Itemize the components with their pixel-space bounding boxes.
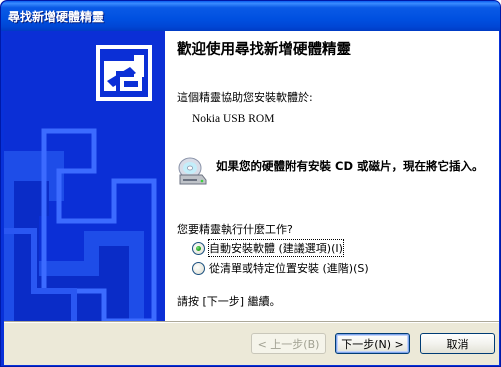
intro-text: 這個精靈協助您安裝軟體於: bbox=[177, 91, 313, 104]
button-separator bbox=[4, 321, 499, 323]
advanced-install-option[interactable]: 從清單或特定位置安裝 (進階)(S) bbox=[192, 260, 369, 276]
hardware-wizard-graphic-icon bbox=[4, 45, 157, 321]
title-bar[interactable]: 尋找新增硬體精靈 bbox=[1, 1, 500, 31]
wizard-heading: 歡迎使用尋找新增硬體精靈 bbox=[177, 42, 351, 58]
cancel-button[interactable]: 取消 bbox=[420, 333, 495, 354]
back-button[interactable]: < 上一步(B) bbox=[251, 333, 326, 354]
window-title: 尋找新增硬體精靈 bbox=[8, 10, 105, 24]
auto-install-option[interactable]: 自動安裝軟體 (建議選項)(I) bbox=[192, 239, 344, 257]
wizard-content: 歡迎使用尋找新增硬體精靈 這個精靈協助您安裝軟體於: Nokia USB ROM… bbox=[165, 31, 499, 321]
cd-prompt-text: 如果您的硬體附有安裝 CD 或磁片，現在將它插入。 bbox=[216, 159, 484, 173]
device-name: Nokia USB ROM bbox=[192, 113, 275, 125]
next-button[interactable]: 下一步(N) > bbox=[335, 333, 410, 354]
dialog-client-area: 歡迎使用尋找新增硬體精靈 這個精靈協助您安裝軟體於: Nokia USB ROM… bbox=[4, 31, 499, 365]
continue-instruction: 請按 [下一步] 繼續。 bbox=[177, 295, 281, 308]
auto-install-label[interactable]: 自動安裝軟體 (建議選項)(I) bbox=[208, 239, 344, 257]
wizard-window: 尋找新增硬體精靈 歡迎使用尋找新增硬體精靈 這個精靈協助您安裝軟體於: Noki… bbox=[0, 0, 501, 367]
cd-drive-icon bbox=[178, 157, 207, 185]
wizard-banner bbox=[4, 31, 165, 321]
advanced-install-radio[interactable] bbox=[192, 261, 205, 275]
question-text: 您要精靈執行什麼工作? bbox=[177, 223, 293, 236]
auto-install-radio[interactable] bbox=[192, 241, 205, 255]
advanced-install-label[interactable]: 從清單或特定位置安裝 (進階)(S) bbox=[209, 260, 369, 276]
